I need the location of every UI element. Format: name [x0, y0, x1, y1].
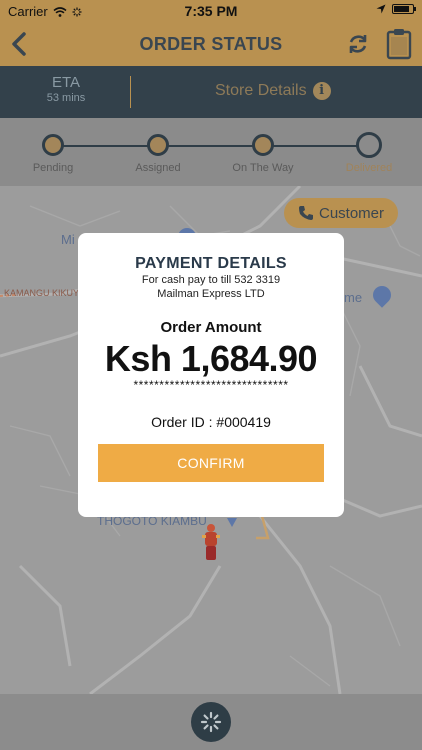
- store-details-button[interactable]: Store Details i: [215, 82, 331, 100]
- step-label: Delivered: [345, 162, 393, 174]
- step-dot: [147, 134, 169, 156]
- step-assigned: Assigned: [118, 118, 198, 174]
- masked-divider: ******************************: [133, 378, 289, 392]
- store-details-label: Store Details: [215, 82, 307, 99]
- till-instruction: For cash pay to till 532 3319: [141, 274, 281, 286]
- order-id: Order ID : #000419: [151, 414, 271, 430]
- clipboard-icon[interactable]: [386, 28, 412, 60]
- bottom-bar: [0, 694, 422, 750]
- payment-modal: PAYMENT DETAILS For cash pay to till 532…: [78, 233, 344, 517]
- step-label: Pending: [32, 162, 74, 174]
- loading-button[interactable]: [191, 702, 231, 742]
- eta-label: ETA: [51, 74, 81, 91]
- order-amount-label: Order Amount: [160, 319, 262, 336]
- eta-block: ETA 53 mins: [0, 74, 132, 104]
- info-bar: ETA 53 mins Store Details i: [0, 66, 422, 118]
- refresh-icon[interactable]: [346, 32, 370, 56]
- location-arrow-icon: [376, 4, 386, 14]
- step-dot: [356, 132, 382, 158]
- info-divider: [130, 76, 131, 108]
- merchant-name: Mailman Express LTD: [157, 288, 265, 300]
- order-progress: Pending Assigned On The Way Delivered: [0, 118, 422, 186]
- modal-heading: PAYMENT DETAILS: [135, 255, 287, 272]
- step-label: Assigned: [135, 162, 181, 174]
- confirm-button[interactable]: CONFIRM: [98, 444, 324, 482]
- map-label-place: Mi: [61, 232, 75, 247]
- delivery-rider-icon: [202, 524, 220, 560]
- info-icon: i: [312, 82, 331, 100]
- step-on-the-way: On The Way: [223, 118, 303, 174]
- customer-button[interactable]: Customer: [284, 198, 398, 228]
- battery-icon: [392, 4, 416, 14]
- status-bar: Carrier 7:35 PM: [0, 0, 422, 22]
- step-dot: [252, 134, 274, 156]
- step-delivered: Delivered: [329, 118, 409, 174]
- step-label: On The Way: [232, 162, 294, 174]
- step-dot: [42, 134, 64, 156]
- status-right: [376, 4, 416, 14]
- progress-line: [52, 145, 370, 147]
- nav-bar: ORDER STATUS: [0, 22, 422, 66]
- map-label-road: KAMANGU KIKUY: [4, 288, 80, 298]
- spinner-icon: [200, 711, 222, 733]
- clock: 7:35 PM: [184, 3, 238, 19]
- eta-value: 53 mins: [46, 92, 86, 104]
- phone-icon: [298, 206, 313, 220]
- map-marker-icon: [227, 518, 237, 527]
- order-amount-value: Ksh 1,684.90: [104, 338, 318, 379]
- map-label-place: me: [344, 290, 363, 305]
- step-pending: Pending: [13, 118, 93, 174]
- customer-label: Customer: [318, 204, 385, 222]
